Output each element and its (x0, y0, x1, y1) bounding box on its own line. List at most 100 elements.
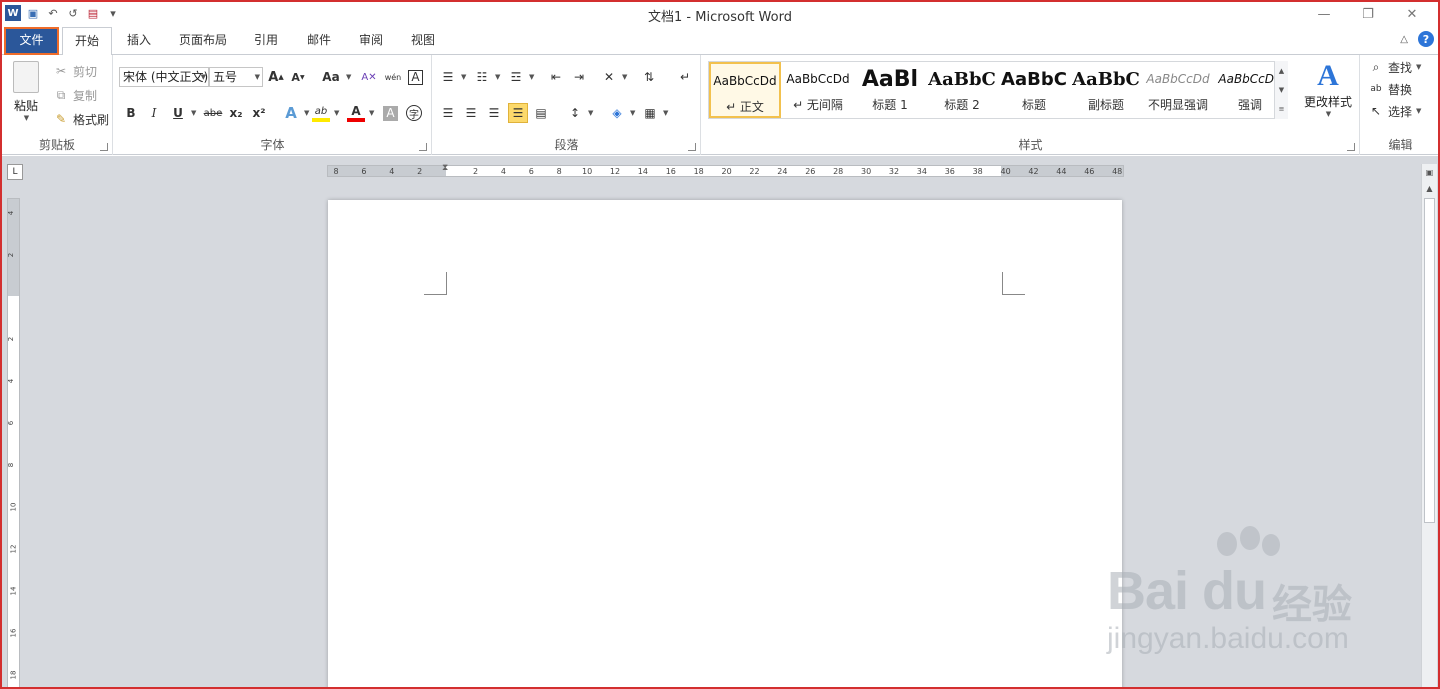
clipboard-group-label: 剪贴板 (38, 138, 75, 152)
tab-file[interactable]: 文件 (4, 27, 59, 55)
scroll-thumb[interactable] (1424, 198, 1435, 523)
font-family-select[interactable]: 宋体 (中文正文) ▼ (119, 67, 209, 87)
close-button[interactable]: ✕ (1390, 4, 1434, 24)
tab-review[interactable]: 审阅 (349, 27, 393, 55)
clear-format-button[interactable]: A✕ (360, 67, 378, 87)
find-button[interactable]: ⌕ 查找 ▼ (1367, 57, 1422, 77)
align-left-button[interactable]: ☰ (439, 103, 457, 123)
sort-button[interactable]: ⇅ (640, 67, 658, 87)
font-color-icon: A (347, 104, 365, 122)
document-workspace: L 8 6 4 2 2 4 6 8 10 12 14 16 18 20 22 24 26 28 30 32 34 36 38… (2, 156, 1438, 687)
collapse-ribbon-icon[interactable]: △ (1400, 34, 1408, 45)
paragraph-launcher-icon[interactable] (688, 143, 696, 151)
align-center-button[interactable]: ☰ (462, 103, 480, 123)
restore-button[interactable]: ❐ (1346, 4, 1390, 24)
borders-button[interactable]: ▦ ▼ (641, 103, 668, 123)
format-painter-button[interactable]: ✎ 格式刷 (52, 109, 109, 129)
font-color-button[interactable]: A ▼ (347, 103, 374, 123)
multilevel-list-icon: ☲ (510, 70, 522, 84)
italic-button[interactable]: I (145, 103, 163, 123)
grow-font-button[interactable]: A ▲ (267, 67, 285, 87)
window-title: 文档1 - Microsoft Word (648, 10, 792, 25)
styles-launcher-icon[interactable] (1347, 143, 1355, 151)
minimize-button[interactable]: — (1302, 4, 1346, 24)
style-subtle-emphasis[interactable]: AaBbCcDd 不明显强调 (1142, 62, 1214, 118)
vertical-ruler[interactable]: 4 2 2 4 6 8 10 12 14 16 18 (7, 198, 20, 687)
chinese-layout-button[interactable]: ✕ ▼ (600, 67, 627, 87)
multilevel-list-button[interactable]: ☲ ▼ (507, 67, 535, 87)
tab-mailings[interactable]: 邮件 (297, 27, 341, 55)
ruler-tick: 26 (805, 167, 816, 176)
vertical-scrollbar[interactable]: ▣ ▲ (1421, 164, 1437, 687)
horizontal-ruler[interactable]: 8 6 4 2 2 4 6 8 10 12 14 16 18 20 22 24 26 28 30 32 34 36 38 40… (327, 163, 1124, 177)
style-normal[interactable]: AaBbCcDd ↵ 正文 (709, 62, 781, 118)
line-spacing-button[interactable]: ↕ ▼ (566, 103, 593, 123)
font-size-select[interactable]: 五号 ▼ (209, 67, 263, 87)
distributed-button[interactable]: ▤ (532, 103, 550, 123)
shading-button[interactable]: ◈ ▼ (608, 103, 635, 123)
scroll-up-icon[interactable]: ▲ (1422, 180, 1437, 196)
decrease-indent-button[interactable]: ⇤ (547, 67, 565, 87)
document-page[interactable] (328, 200, 1122, 687)
ruler-tick: 38 (972, 167, 983, 176)
numbering-button[interactable]: ☷ ▼ (473, 67, 501, 87)
ruler-tick: 44 (1056, 167, 1067, 176)
strikethrough-button[interactable]: abe (202, 103, 224, 123)
style-heading-2[interactable]: AaBbC 标题 2 (926, 62, 998, 118)
paste-icon (13, 61, 39, 93)
tab-home[interactable]: 开始 (62, 27, 112, 56)
align-right-button[interactable]: ☰ (485, 103, 503, 123)
select-button[interactable]: ↖ 选择 ▼ (1367, 101, 1421, 121)
enclose-char-button[interactable]: 字 (406, 103, 422, 123)
tab-view[interactable]: 视图 (401, 27, 445, 55)
style-heading-1[interactable]: AaBl 标题 1 (854, 62, 926, 118)
tab-insert[interactable]: 插入 (117, 27, 161, 55)
bold-button[interactable]: B (122, 103, 140, 123)
style-no-spacing[interactable]: AaBbCcDd ↵ 无间隔 (782, 62, 854, 118)
char-shading-button[interactable]: A (383, 103, 398, 123)
ruler-toggle-icon[interactable]: ▣ (1422, 164, 1437, 180)
align-center-icon: ☰ (465, 106, 477, 120)
gallery-down-icon[interactable]: ▼ (1279, 86, 1284, 94)
font-launcher-icon[interactable] (419, 143, 427, 151)
clipboard-launcher-icon[interactable] (100, 143, 108, 151)
gallery-scroll[interactable]: ▲ ▼ ≡ (1274, 61, 1288, 119)
bullets-button[interactable]: ☰ ▼ (439, 67, 467, 87)
ruler-tick: 16 (9, 628, 18, 638)
group-paragraph: ☰ ▼ ☷ ▼ ☲ ▼ ⇤ ⇥ ✕ ▼ ⇅ ↵ ☰ ☰ ☰ ☰ ▤ ↕ ▼ ◈ ▼ ▦ ▼ 段… (433, 55, 701, 155)
char-border-button[interactable]: A (408, 67, 423, 87)
highlight-button[interactable]: ab ▼ (312, 103, 339, 123)
help-icon[interactable]: ? (1418, 31, 1434, 47)
replace-button[interactable]: ab 替换 (1367, 79, 1412, 99)
ruler-tick: 20 (721, 167, 732, 176)
show-marks-button[interactable]: ↵ (676, 67, 694, 87)
replace-icon: ab (1370, 84, 1382, 94)
text-effect-icon: A (285, 104, 297, 122)
underline-button[interactable]: U ▼ (169, 103, 196, 123)
increase-indent-button[interactable]: ⇥ (570, 67, 588, 87)
cut-button[interactable]: ✂ 剪切 (52, 61, 97, 81)
pinyin-button[interactable]: wén (384, 67, 402, 87)
word-window: W ▣ ↶ ↺ ▤ ▾ 文档1 - Microsoft Word — ❐ ✕ 文… (0, 0, 1440, 689)
ruler-tick: 28 (833, 167, 844, 176)
change-case-icon: Aa (322, 70, 340, 84)
change-styles-button[interactable]: A 更改样式 ▼ (1300, 59, 1356, 129)
justify-button[interactable]: ☰ (508, 103, 528, 123)
shrink-font-button[interactable]: A ▼ (289, 67, 307, 87)
copy-button[interactable]: ⧉ 复制 (52, 85, 97, 105)
indent-marker-icon[interactable]: ⧗ (442, 163, 448, 173)
tab-selector-button[interactable]: L (7, 164, 23, 180)
paste-button[interactable]: 粘贴 ▼ (8, 59, 44, 129)
gallery-up-icon[interactable]: ▲ (1279, 67, 1284, 75)
style-title[interactable]: AaBbC 标题 (998, 62, 1070, 118)
change-case-button[interactable]: Aa ▼ (320, 67, 351, 87)
ruler-tick: 4 (389, 167, 395, 176)
grow-font-icon: A ▲ (268, 69, 284, 85)
tab-page-layout[interactable]: 页面布局 (170, 27, 236, 55)
gallery-more-icon[interactable]: ≡ (1279, 105, 1285, 113)
style-subtitle[interactable]: AaBbC 副标题 (1070, 62, 1142, 118)
tab-references[interactable]: 引用 (244, 27, 288, 55)
superscript-button[interactable]: x² (250, 103, 268, 123)
text-effect-button[interactable]: A ▼ (282, 103, 309, 123)
subscript-button[interactable]: x₂ (227, 103, 245, 123)
